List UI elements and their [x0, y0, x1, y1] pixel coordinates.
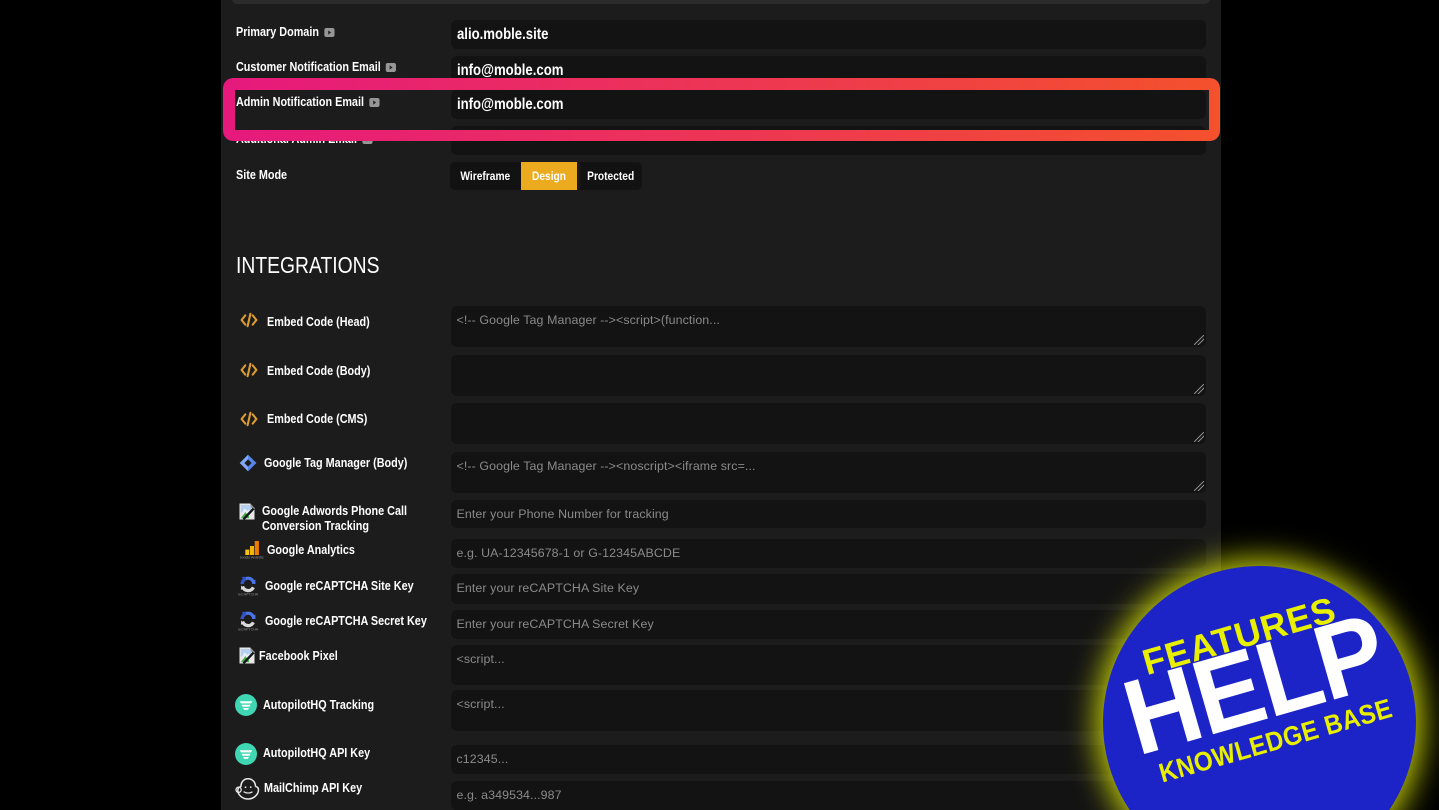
svg-text:reCAPTCHA: reCAPTCHA	[238, 592, 258, 596]
svg-text:Google Analytics: Google Analytics	[240, 556, 264, 559]
svg-text:reCAPTCHA: reCAPTCHA	[238, 627, 258, 631]
